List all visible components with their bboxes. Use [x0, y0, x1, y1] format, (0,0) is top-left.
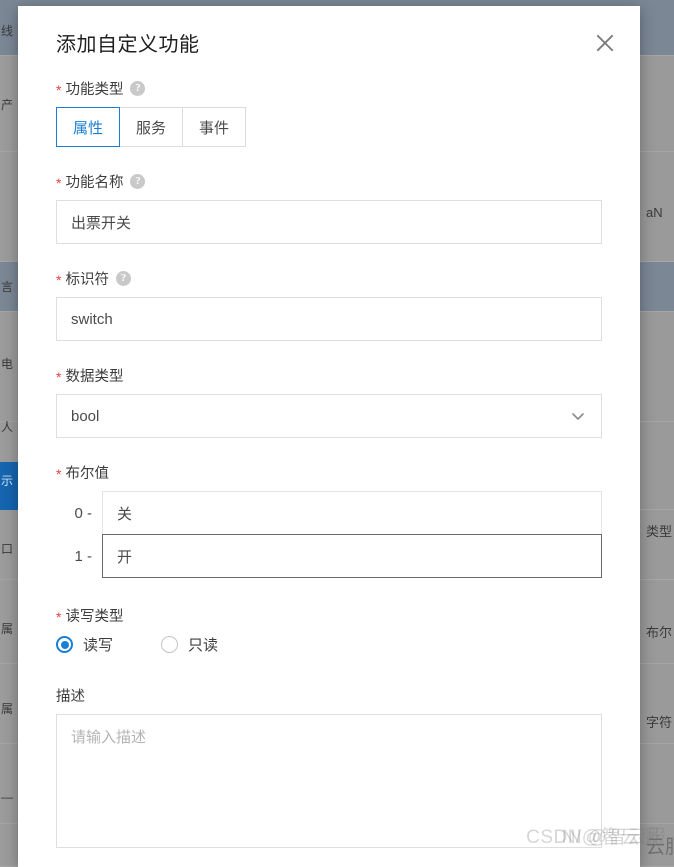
- rw-type-radio-group: 读写 只读: [56, 634, 602, 655]
- required-marker: *: [56, 609, 62, 625]
- label-function-type: * 功能类型 ?: [56, 78, 602, 98]
- identifier-input[interactable]: [56, 297, 602, 341]
- add-custom-feature-dialog: 添加自定义功能 * 功能类型 ? 属性 服务 事件 * 功能名称 ? 出票开关 …: [18, 6, 640, 867]
- background-right-text: aN: [646, 205, 663, 220]
- close-icon-glyph: [596, 34, 614, 52]
- radio-read-only[interactable]: 只读: [161, 634, 218, 655]
- bool-value-input-0[interactable]: [102, 491, 602, 535]
- required-marker: *: [56, 175, 62, 191]
- radio-read-write[interactable]: 读写: [56, 634, 113, 655]
- label-text: 数据类型: [65, 368, 124, 385]
- field-function-type: * 功能类型 ? 属性 服务 事件: [56, 78, 602, 147]
- label-identifier: * 标识符 ?: [56, 268, 602, 288]
- dialog-title: 添加自定义功能: [56, 34, 200, 56]
- field-function-name: * 功能名称 ?: [56, 171, 602, 244]
- bool-key-1: 1 -: [74, 547, 92, 565]
- background-right-text: 布尔: [646, 625, 673, 640]
- background-left-text: 人: [1, 420, 14, 434]
- required-marker: *: [56, 369, 62, 385]
- data-type-select[interactable]: bool: [56, 394, 602, 438]
- label-text: 功能名称: [65, 174, 124, 191]
- label-description: 描述: [56, 685, 602, 705]
- tab-service[interactable]: 服务: [120, 107, 184, 147]
- label-text: 描述: [56, 688, 85, 705]
- radio-label: 只读: [188, 637, 219, 654]
- background-right-text: 类型: [646, 524, 673, 539]
- page-root: 线 产 言 电 人 示 口 属 属 — aN 类型 布尔 字符 云服 添加自定义…: [0, 0, 674, 867]
- background-left-text: 电: [1, 357, 14, 371]
- radio-label: 读写: [83, 637, 114, 654]
- required-marker: *: [56, 272, 62, 288]
- background-left-text: 言: [1, 280, 14, 294]
- background-watermark-text: 云服: [646, 837, 674, 858]
- required-marker: *: [56, 82, 62, 98]
- background-left-text: 产: [1, 98, 14, 112]
- label-rw-type: * 读写类型: [56, 605, 602, 625]
- field-rw-type: * 读写类型 读写 只读: [56, 605, 602, 655]
- description-textarea[interactable]: [56, 714, 602, 848]
- background-left-text: 示: [1, 474, 14, 488]
- function-name-input[interactable]: [56, 200, 602, 244]
- bool-row-1: 1 -: [56, 534, 602, 578]
- tab-attribute[interactable]: 属性: [56, 107, 121, 147]
- label-text: 读写类型: [65, 608, 124, 625]
- label-text: 标识符: [65, 271, 109, 288]
- help-icon[interactable]: ?: [130, 80, 146, 96]
- field-data-type: * 数据类型 bool: [56, 365, 602, 438]
- bool-value-input-1[interactable]: [102, 534, 602, 578]
- label-data-type: * 数据类型: [56, 365, 602, 385]
- required-marker: *: [56, 466, 62, 482]
- background-left-text: —: [1, 790, 13, 804]
- radio-dot-icon: [161, 636, 179, 653]
- field-identifier: * 标识符 ?: [56, 268, 602, 341]
- dialog-header: 添加自定义功能: [18, 6, 640, 78]
- function-type-tab-group: 属性 服务 事件: [56, 107, 602, 147]
- background-left-text: 属: [1, 702, 14, 716]
- bool-key-0: 0 -: [74, 504, 92, 522]
- dialog-body: * 功能类型 ? 属性 服务 事件 * 功能名称 ? 出票开关 * 标识符 ? …: [18, 78, 640, 853]
- background-left-text: 口: [1, 542, 14, 556]
- label-function-name: * 功能名称 ?: [56, 171, 602, 191]
- background-left-text: 属: [1, 622, 14, 636]
- help-icon[interactable]: ?: [130, 173, 146, 189]
- label-text: 功能类型: [65, 81, 124, 98]
- field-description: 描述: [56, 685, 602, 853]
- radio-dot-selected-icon: [56, 636, 73, 653]
- label-text: 布尔值: [65, 465, 109, 482]
- background-right-text: 字符: [646, 715, 673, 730]
- data-type-select-wrap: bool: [56, 394, 602, 438]
- bool-row-0: 0 -: [56, 491, 602, 535]
- close-icon[interactable]: [590, 28, 620, 58]
- tab-event[interactable]: 事件: [183, 107, 247, 147]
- data-type-selected-value: bool: [71, 407, 100, 425]
- help-icon[interactable]: ?: [115, 270, 131, 286]
- field-bool-values: * 布尔值 0 - 1 -: [56, 462, 602, 578]
- label-bool-values: * 布尔值: [56, 462, 602, 482]
- background-left-text: 线: [1, 24, 14, 38]
